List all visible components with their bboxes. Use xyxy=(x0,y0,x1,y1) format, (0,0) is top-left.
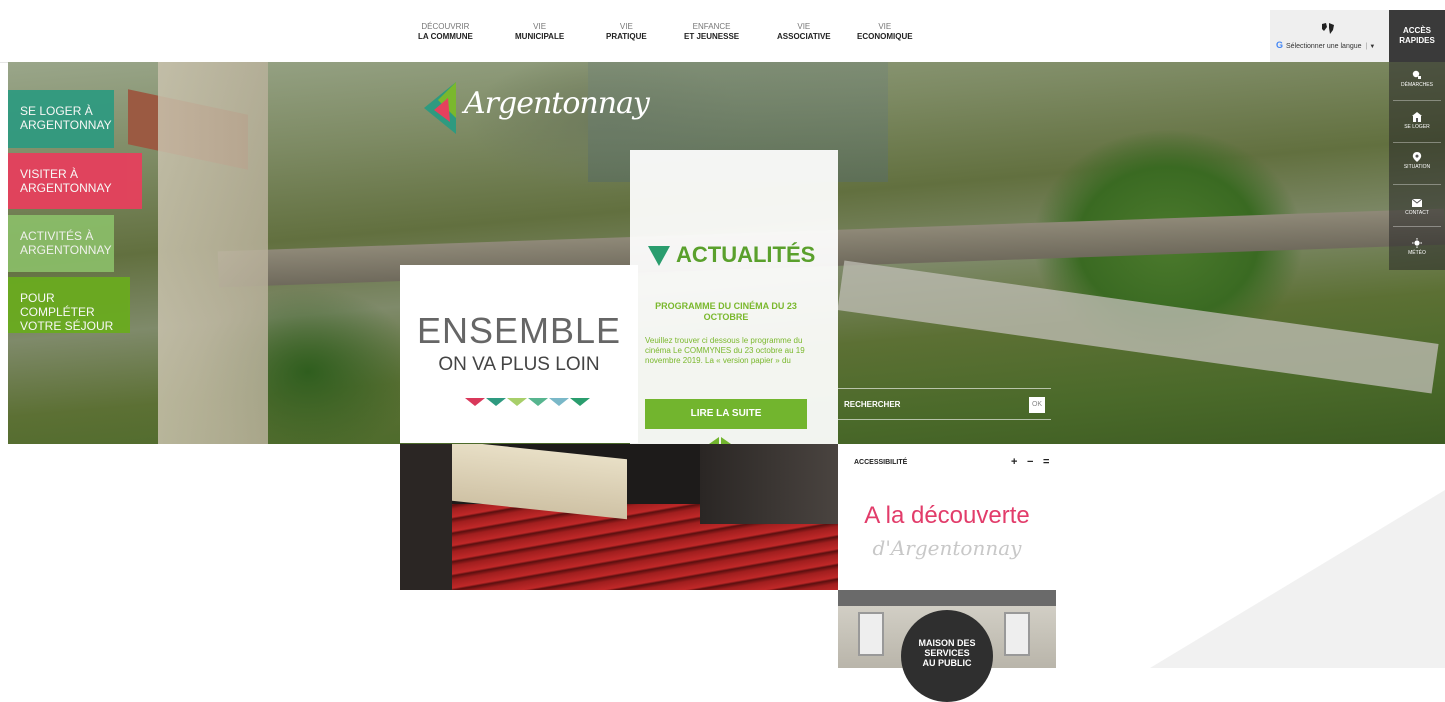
building-window xyxy=(858,612,884,656)
triangle-decoration xyxy=(465,398,485,406)
side-link-line1: POUR COMPLÉTER xyxy=(20,291,95,319)
nav-item-line1: VIE xyxy=(797,22,811,31)
font-reset-button[interactable]: = xyxy=(1043,456,1049,468)
nav-item-line2: PRATIQUE xyxy=(606,32,647,41)
search-submit-button[interactable]: OK xyxy=(1029,397,1045,413)
language-select-text: Sélectionner une langue xyxy=(1286,43,1362,50)
font-increase-button[interactable]: + xyxy=(1011,456,1017,468)
cinema-wall xyxy=(700,444,838,524)
hero-house-wall xyxy=(158,62,268,444)
quick-access-title-line1: ACCÈS xyxy=(1402,26,1431,35)
divider xyxy=(1393,184,1441,185)
users-search-icon xyxy=(1412,70,1421,79)
divider xyxy=(1393,226,1441,227)
globe-icon xyxy=(1322,23,1334,34)
map-pin-icon xyxy=(1412,152,1422,162)
quick-item-situation[interactable]: SITUATION xyxy=(1389,152,1445,170)
decorative-triangles xyxy=(465,393,591,406)
side-link-completer-sejour[interactable]: POUR COMPLÉTER VOTRE SÉJOUR xyxy=(8,277,130,333)
chevron-down-icon: ▼ xyxy=(1369,44,1376,50)
side-link-line2: ARGENTONNAY xyxy=(20,181,112,195)
nav-item-line1: VIE xyxy=(619,22,633,31)
side-link-line2: VOTRE SÉJOUR xyxy=(20,319,114,333)
search-bar: RECHERCHER OK xyxy=(838,388,1051,420)
news-title: ACTUALITÉS xyxy=(676,242,816,267)
nav-item-enfance-jeunesse[interactable]: ENFANCE ET JEUNESSE xyxy=(684,22,739,42)
news-excerpt: Veuillez trouver ci dessous le programme… xyxy=(645,336,805,365)
quick-item-se-loger[interactable]: SE LOGER xyxy=(1389,112,1445,130)
triangle-decoration xyxy=(549,398,569,406)
triangle-decoration xyxy=(486,398,506,406)
divider xyxy=(1393,100,1441,101)
nav-item-vie-economique[interactable]: VIE ECONOMIQUE xyxy=(857,22,913,42)
quick-item-meteo[interactable]: MÉTÉO xyxy=(1389,238,1445,256)
quick-item-label: DÉMARCHES xyxy=(1401,82,1433,88)
side-link-visiter[interactable]: VISITER À ARGENTONNAY xyxy=(8,153,142,209)
site-logo[interactable]: Argentonnay xyxy=(424,78,650,148)
nav-item-line2: ECONOMIQUE xyxy=(857,32,913,41)
quick-item-label: SE LOGER xyxy=(1404,124,1430,130)
nav-item-vie-pratique[interactable]: VIE PRATIQUE xyxy=(606,22,647,42)
cinema-wall xyxy=(400,444,452,590)
triangle-decoration xyxy=(528,398,548,406)
nav-item-line2: MUNICIPALE xyxy=(515,32,565,41)
quick-access-panel: DÉMARCHES SE LOGER SITUATION CONTACT MÉT… xyxy=(1389,62,1445,270)
nav-item-vie-municipale[interactable]: VIE MUNICIPALE xyxy=(515,22,564,42)
main-nav: DÉCOUVRIR LA COMMUNE VIE MUNICIPALE VIE … xyxy=(0,22,1270,52)
decorative-corner-shape xyxy=(1150,490,1445,668)
nav-item-line1: DÉCOUVRIR xyxy=(421,22,470,31)
nav-item-line1: ENFANCE xyxy=(692,22,731,31)
divider xyxy=(1393,142,1441,143)
quick-item-demarches[interactable]: DÉMARCHES xyxy=(1389,70,1445,88)
google-icon: G xyxy=(1276,40,1284,50)
envelope-icon xyxy=(1412,198,1422,207)
sun-icon xyxy=(1412,238,1422,248)
nav-item-line1: VIE xyxy=(533,22,547,31)
side-link-line2: ARGENTONNAY xyxy=(20,243,112,257)
search-input[interactable]: RECHERCHER xyxy=(844,400,900,409)
building-window xyxy=(1004,612,1030,656)
triangle-decoration xyxy=(570,398,590,406)
top-bar: DÉCOUVRIR LA COMMUNE VIE MUNICIPALE VIE … xyxy=(0,0,1445,63)
nav-item-line2: ET JEUNESSE xyxy=(684,32,740,41)
nav-item-vie-associative[interactable]: VIE ASSOCIATIVE xyxy=(777,22,831,42)
discover-subtitle: d'Argentonnay xyxy=(872,536,1022,560)
nav-item-line2: LA COMMUNE xyxy=(418,32,473,41)
accessibility-label: ACCESSIBILITÉ xyxy=(854,459,908,466)
maison-services-label: MAISON DES SERVICES AU PUBLIC xyxy=(918,638,976,668)
font-decrease-button[interactable]: − xyxy=(1027,456,1033,468)
hero-subtitle: ON VA PLUS LOIN xyxy=(438,354,600,375)
side-link-line1: VISITER À xyxy=(20,167,79,181)
language-selector[interactable]: G Sélectionner une langue | ▼ xyxy=(1270,10,1389,62)
quick-item-label: CONTACT xyxy=(1405,210,1429,216)
quick-item-label: SITUATION xyxy=(1403,164,1431,170)
building-roof xyxy=(838,590,1056,606)
side-link-se-loger[interactable]: SE LOGER À ARGENTONNAY xyxy=(8,90,114,148)
nav-item-line2: ASSOCIATIVE xyxy=(777,32,831,41)
hero-title: ENSEMBLE xyxy=(416,310,622,351)
language-separator: | xyxy=(1365,43,1368,50)
quick-access-toggle[interactable]: ACCÈS RAPIDES xyxy=(1389,10,1445,62)
quick-item-label: MÉTÉO xyxy=(1408,250,1426,256)
nav-item-line1: VIE xyxy=(878,22,892,31)
read-more-button[interactable]: LIRE LA SUITE xyxy=(645,399,807,429)
side-link-line1: ACTIVITÉS À xyxy=(20,229,94,243)
side-link-activites[interactable]: ACTIVITÉS À ARGENTONNAY xyxy=(8,215,114,272)
house-icon xyxy=(1412,112,1422,122)
discover-title: A la découverte xyxy=(864,502,1030,529)
hero-road xyxy=(837,260,1439,394)
quick-access-title-line2: RAPIDES xyxy=(1399,36,1435,45)
side-link-line2: ARGENTONNAY xyxy=(20,118,112,132)
news-headline[interactable]: PROGRAMME DU CINÉMA DU 23 OCTOBRE xyxy=(645,301,807,323)
logo-text: Argentonnay xyxy=(464,86,650,121)
nav-item-decouvrir[interactable]: DÉCOUVRIR LA COMMUNE xyxy=(418,22,473,42)
quick-item-contact[interactable]: CONTACT xyxy=(1389,198,1445,216)
triangle-decoration xyxy=(507,398,527,406)
news-image-cinema[interactable] xyxy=(400,444,838,590)
language-select-label[interactable]: G Sélectionner une langue | ▼ xyxy=(1276,40,1375,50)
side-link-line1: SE LOGER À xyxy=(20,104,93,118)
